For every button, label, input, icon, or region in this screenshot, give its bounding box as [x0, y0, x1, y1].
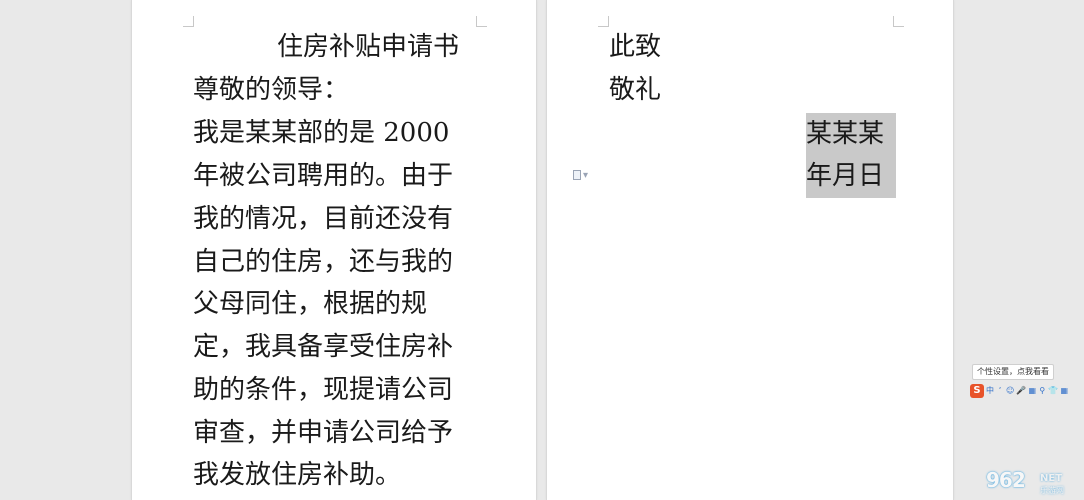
- signature-date[interactable]: 年月日: [806, 155, 884, 198]
- document-line[interactable]: 我的情况，目前还没有: [193, 198, 453, 241]
- closing-line[interactable]: 敬礼: [609, 69, 661, 112]
- watermark-net: NET: [1040, 473, 1063, 484]
- keyboard-icon[interactable]: ▦: [1028, 384, 1037, 398]
- margin-corner-mark: [598, 16, 609, 27]
- document-line[interactable]: 父母同住，根据的规: [193, 283, 427, 326]
- closing-line[interactable]: 此致: [609, 26, 661, 69]
- document-line[interactable]: 我发放住房补助。: [193, 454, 401, 497]
- tools-icon[interactable]: ⚲: [1038, 384, 1046, 398]
- document-line[interactable]: 审查，并申请公司给予: [193, 412, 453, 455]
- document-line[interactable]: 尊敬的领导：: [193, 69, 349, 112]
- document-line[interactable]: 助的条件，现提请公司: [193, 369, 453, 412]
- selected-text-highlight[interactable]: 某某某 年月日: [806, 113, 896, 198]
- document-line[interactable]: 自己的住房，还与我的: [193, 241, 453, 284]
- margin-corner-mark: [183, 16, 194, 27]
- signature-name[interactable]: 某某某: [806, 113, 884, 156]
- document-page-2[interactable]: 此致 敬礼 某某某 年月日: [546, 0, 954, 500]
- skin-icon[interactable]: 👕: [1048, 384, 1058, 398]
- document-line[interactable]: 定，我具备享受住房补: [193, 326, 453, 369]
- microphone-icon[interactable]: 🎤: [1016, 384, 1026, 398]
- document-page-1[interactable]: 住房补贴申请书 尊敬的领导： 我是某某部的是 2000 年被公司聘用的。由于 我…: [131, 0, 537, 500]
- ime-tooltip: 个性设置，点我看看: [972, 364, 1054, 380]
- ime-toolbar[interactable]: S 中 ʼ ☺ 🎤 ▦ ⚲ 👕 ▦: [970, 383, 1082, 399]
- punctuation-icon[interactable]: ʼ: [996, 384, 1004, 398]
- ime-mode-button[interactable]: 中: [986, 384, 994, 398]
- menu-grid-icon[interactable]: ▦: [1060, 384, 1069, 398]
- margin-corner-mark: [893, 16, 904, 27]
- margin-corner-mark: [476, 16, 487, 27]
- document-line[interactable]: 我是某某部的是 2000: [193, 112, 449, 155]
- sogou-logo-icon[interactable]: S: [970, 384, 984, 398]
- emoji-icon[interactable]: ☺: [1006, 384, 1014, 398]
- document-title[interactable]: 住房补贴申请书: [277, 26, 459, 69]
- watermark-number: 962: [986, 468, 1026, 492]
- paragraph-mark-icon[interactable]: ▾: [573, 170, 588, 181]
- site-watermark: 962 NET 乐游网: [982, 468, 1082, 498]
- document-line[interactable]: 年被公司聘用的。由于: [193, 155, 453, 198]
- watermark-cn: 乐游网: [1040, 486, 1064, 495]
